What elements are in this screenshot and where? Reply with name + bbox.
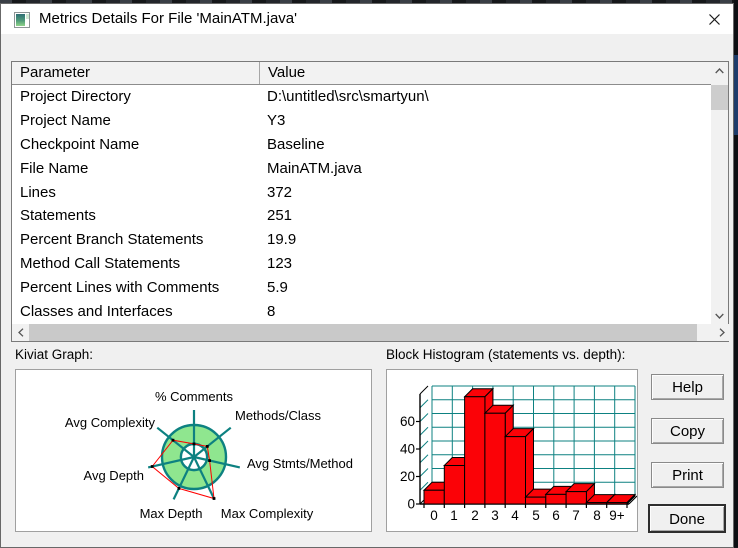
chevron-up-icon <box>715 67 724 73</box>
horizontal-scrollbar-thumb[interactable] <box>29 324 697 341</box>
vertical-scrollbar-thumb[interactable] <box>711 85 728 110</box>
table-rows: Project Directory D:\untitled\src\smartyu… <box>12 85 711 324</box>
table-row[interactable]: File Name MainATM.java <box>12 157 711 181</box>
scroll-left-button[interactable] <box>12 324 29 341</box>
scroll-down-button[interactable] <box>711 307 728 324</box>
x-tick-label: 9+ <box>609 508 625 523</box>
column-header-value[interactable]: Value <box>260 62 711 84</box>
x-tick-label: 2 <box>471 508 479 523</box>
table-header: Parameter Value <box>12 62 711 85</box>
table-row[interactable]: Project Name Y3 <box>12 109 711 133</box>
close-icon <box>708 13 720 25</box>
x-tick-label: 1 <box>450 508 458 523</box>
table-row[interactable]: Percent Branch Statements 19.9 <box>12 228 711 252</box>
x-tick-label: 8 <box>593 508 601 523</box>
kiviat-axis-label: % Comments <box>155 389 234 404</box>
chevron-left-icon <box>17 328 23 337</box>
chevron-down-icon <box>715 313 724 319</box>
desktop-background-right <box>734 0 738 547</box>
scroll-right-button[interactable] <box>713 324 730 341</box>
done-button[interactable]: Done <box>648 504 726 533</box>
table-row[interactable]: Classes and Interfaces 8 <box>12 300 711 324</box>
y-tick-label: 0 <box>407 497 415 512</box>
x-tick-label: 7 <box>572 508 580 523</box>
y-tick-label: 40 <box>400 442 415 457</box>
kiviat-axis-label: Methods/Class <box>235 408 321 423</box>
table-row[interactable]: Lines 372 <box>12 181 711 205</box>
y-tick-label: 20 <box>400 469 415 484</box>
x-tick-label: 0 <box>430 508 438 523</box>
x-tick-label: 4 <box>511 508 519 523</box>
app-icon <box>14 12 30 28</box>
close-button[interactable] <box>695 4 733 34</box>
table-row[interactable]: Project Directory D:\untitled\src\smartyu… <box>12 85 711 109</box>
background-window-sliver <box>734 55 738 135</box>
vertical-scrollbar[interactable] <box>711 62 728 324</box>
title-bar[interactable]: Metrics Details For File 'MainATM.java' <box>1 4 733 34</box>
block-histogram-label: Block Histogram (statements vs. depth): <box>386 347 626 362</box>
metrics-details-dialog: Metrics Details For File 'MainATM.java' … <box>0 3 734 548</box>
kiviat-chart: % Comments Methods/Class Avg Stmts/Metho… <box>15 369 372 532</box>
x-tick-label: 6 <box>552 508 560 523</box>
window-title: Metrics Details For File 'MainATM.java' <box>39 10 297 27</box>
kiviat-axis-label: Avg Complexity <box>65 415 156 430</box>
table-row[interactable]: Checkpoint Name Baseline <box>12 133 711 157</box>
kiviat-graph-label: Kiviat Graph: <box>15 347 94 362</box>
kiviat-axis-label: Max Complexity <box>221 506 314 521</box>
table-row[interactable]: Method Call Statements 123 <box>12 252 711 276</box>
table-row[interactable]: Percent Lines with Comments 5.9 <box>12 276 711 300</box>
chevron-right-icon <box>719 328 725 337</box>
block-histogram-chart: 0 20 40 60 0 1 2 3 4 5 6 7 8 9+ <box>386 369 638 532</box>
y-tick-label: 60 <box>400 414 415 429</box>
kiviat-axis-label: Avg Stmts/Method <box>247 456 353 471</box>
x-tick-label: 3 <box>491 508 499 523</box>
print-button[interactable]: Print <box>651 462 724 488</box>
table-row[interactable]: Statements 251 <box>12 204 711 228</box>
metrics-table: Parameter Value Project Directory D:\unti… <box>11 61 730 342</box>
help-button[interactable]: Help <box>651 374 724 400</box>
scroll-up-button[interactable] <box>711 62 728 79</box>
copy-button[interactable]: Copy <box>651 418 724 444</box>
horizontal-scrollbar[interactable] <box>12 324 730 341</box>
column-header-parameter[interactable]: Parameter <box>12 62 260 84</box>
x-tick-label: 5 <box>532 508 540 523</box>
kiviat-axis-label: Max Depth <box>140 506 203 521</box>
kiviat-axis-label: Avg Depth <box>84 468 144 483</box>
